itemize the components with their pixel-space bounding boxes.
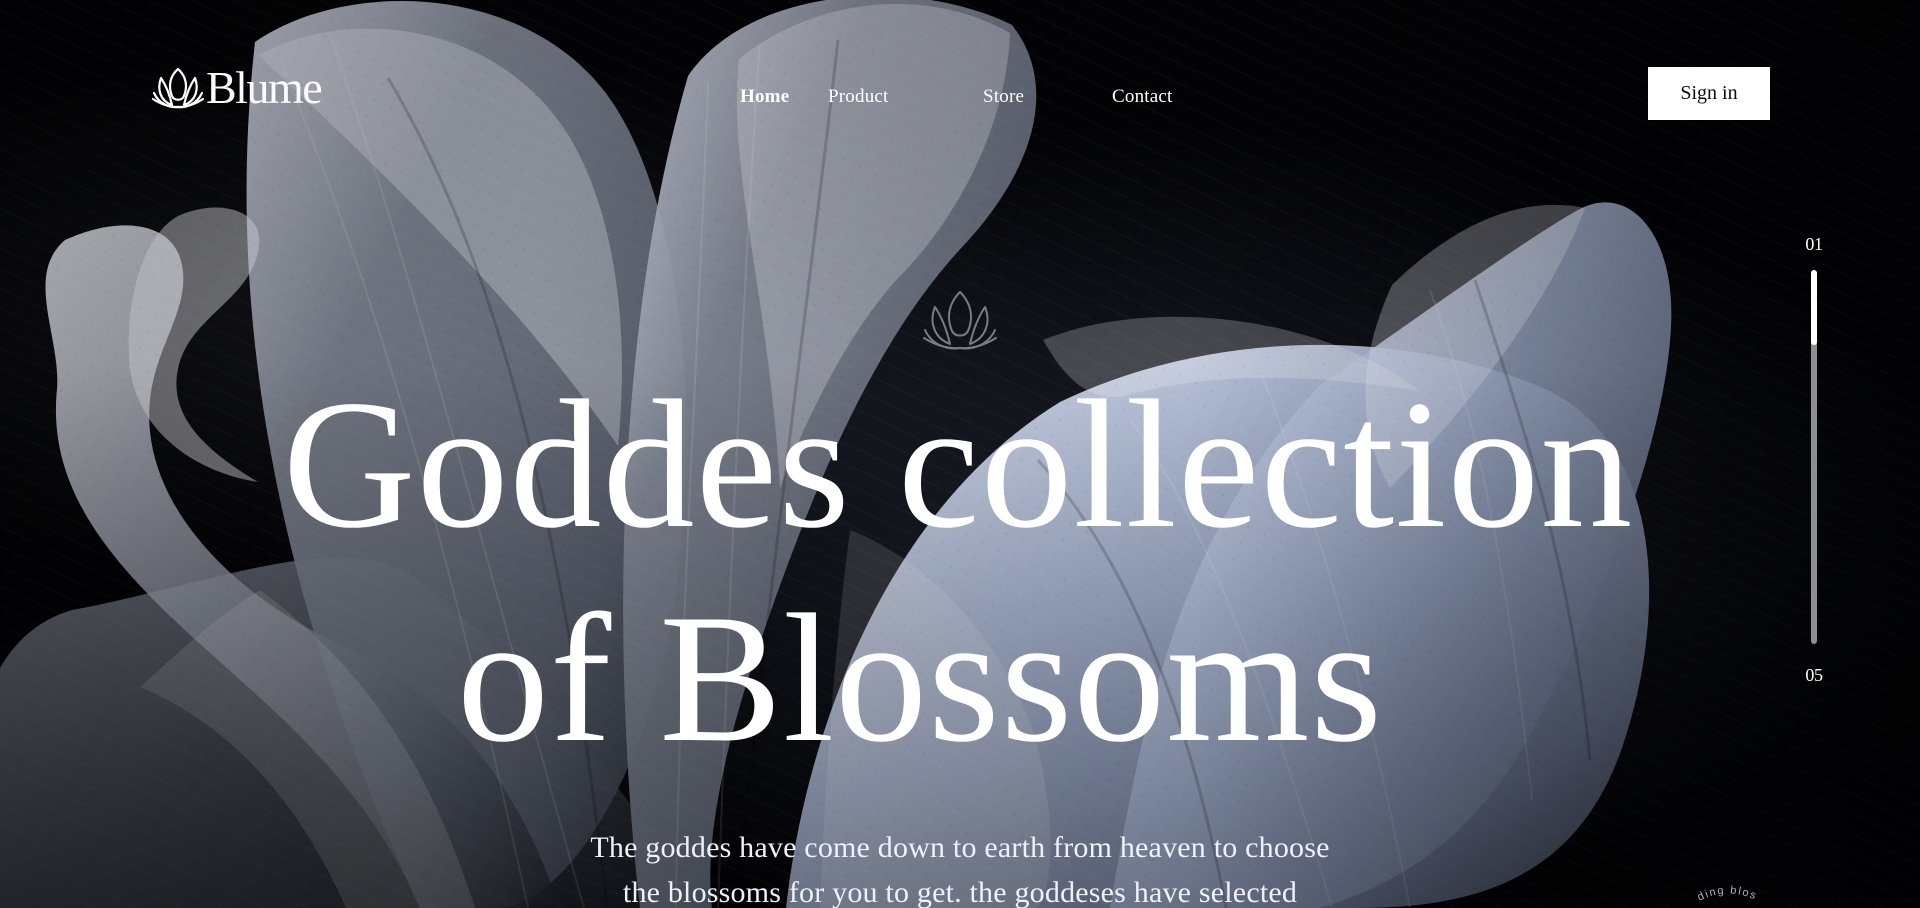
- nav-home-link[interactable]: Home: [740, 87, 828, 106]
- scroll-thumb[interactable]: [1811, 270, 1817, 345]
- scroll-start-label: 01: [1805, 234, 1823, 254]
- main-navigation: Home Product Store Contact: [740, 82, 1192, 110]
- brand-logo-link[interactable]: Blume: [150, 62, 323, 114]
- hero-subtitle-line-1: The goddes have come down to earth from …: [590, 831, 1330, 864]
- scroll-track[interactable]: [1811, 270, 1817, 644]
- hero-subtitle-line-2: the blossoms for you to get. the goddese…: [622, 876, 1298, 908]
- brand-name: Blume: [206, 62, 323, 113]
- slide-scroll-indicator[interactable]: 01 05: [1796, 235, 1832, 685]
- lotus-icon: [920, 288, 1000, 354]
- scroll-end-label: 05: [1805, 665, 1823, 685]
- nav-contact-link[interactable]: Contact: [1112, 87, 1192, 106]
- sign-in-button[interactable]: Sign in: [1648, 67, 1770, 120]
- nav-product-link[interactable]: Product: [828, 87, 983, 106]
- hero-subtitle: The goddes have come down to earth from …: [0, 825, 1920, 908]
- lotus-icon: [150, 65, 206, 111]
- site-header: Blume Home Product Store Contact Sign in: [0, 0, 1920, 190]
- nav-store-link[interactable]: Store: [983, 87, 1112, 106]
